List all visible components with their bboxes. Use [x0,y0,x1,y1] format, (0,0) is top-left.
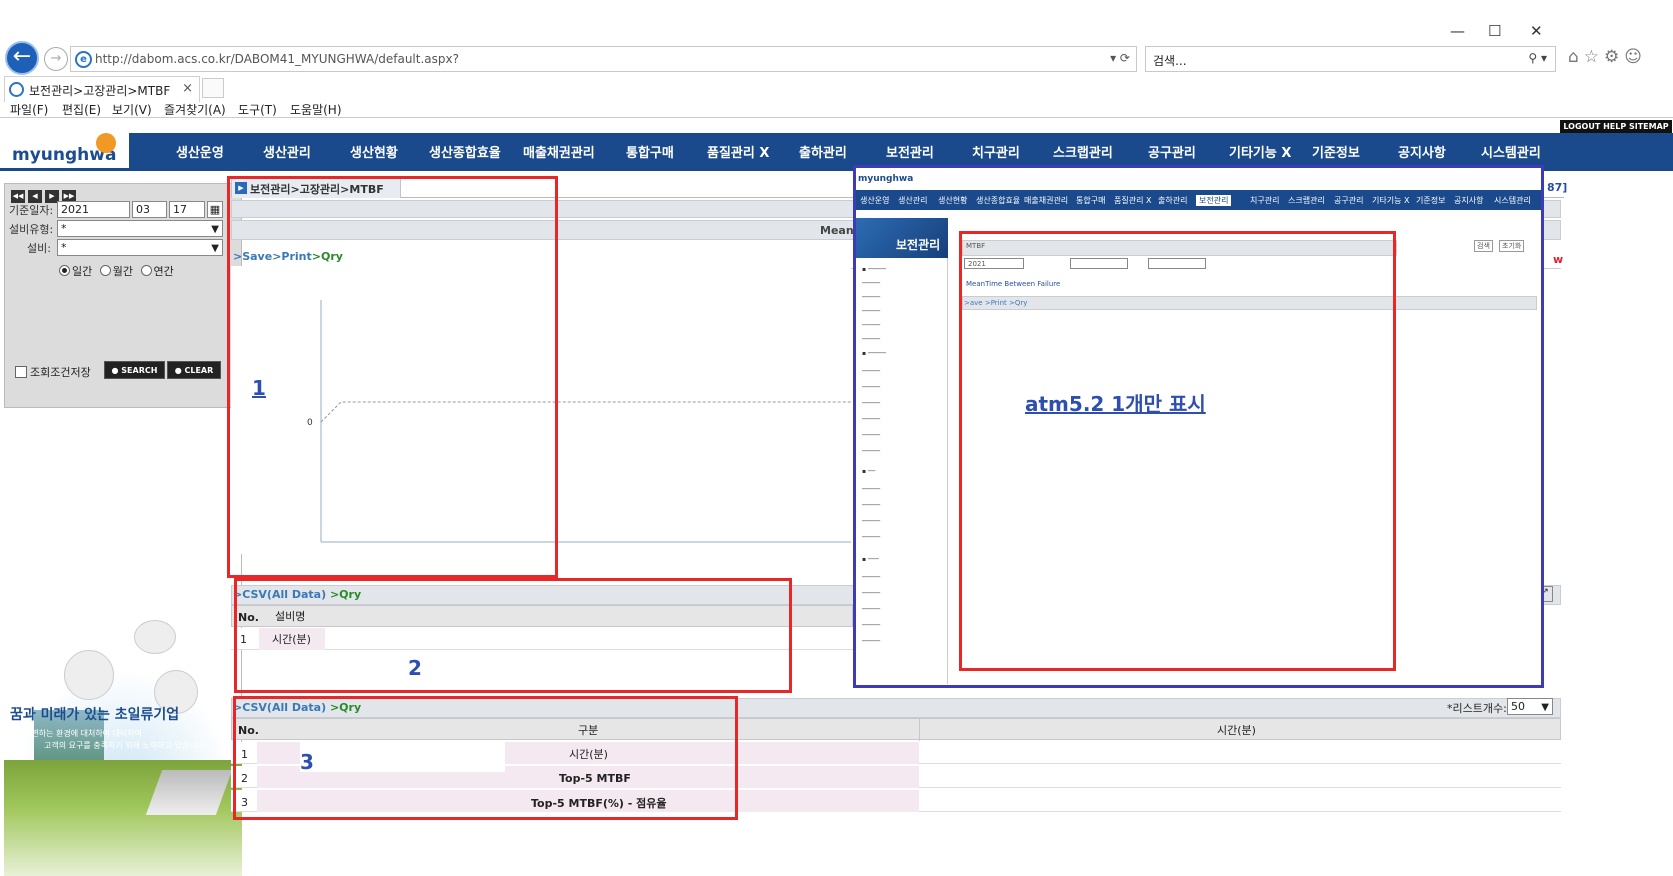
minimize-button[interactable]: — [1450,22,1465,40]
menu-file[interactable]: 파일(F) [10,101,48,118]
month-input[interactable]: 03 [132,201,167,218]
promo-banner: 꿈과 미래가 있는 초일류기업 급변하는 환경에 대처하여 대비하여 고객의 요… [4,620,242,876]
clear-button[interactable]: ● CLEAR [167,361,221,379]
nav-item[interactable]: 공구관리 [1148,142,1196,161]
menu-tools[interactable]: 도구(T) [238,101,277,118]
col-time: 시간(분) [1217,724,1256,737]
right-edge-number: 87] [1547,181,1568,194]
day-input[interactable]: 17 [169,201,205,218]
promo-headline: 꿈과 미래가 있는 초일류기업 [10,707,180,723]
nav-item[interactable]: 기준정보 [1312,142,1360,161]
chevron-down-icon: ▼ [1541,702,1549,713]
col-divider [919,719,920,741]
nav-item[interactable]: 생산운영 [176,142,224,161]
ie-icon: e [75,51,92,68]
equip-type-select[interactable]: * ▼ [57,220,223,237]
equip-label: 설비: [27,242,51,255]
right-edge-w: w [1553,253,1564,266]
equip-type-value: * [61,222,67,235]
save-condition-checkbox[interactable]: 조회조건저장 [15,364,91,380]
back-button[interactable]: ← [5,41,39,75]
search-panel: ◀◀ ◀ ▶ ▶▶ 기준일자: 2021 03 17 ▦ 설비유형: * ▼ 설… [4,183,242,408]
top-links[interactable]: LOGOUT HELP SITEMAP [1560,120,1672,133]
logo-mark [96,133,116,153]
date-label: 기준일자: [9,204,54,217]
browser-search-box[interactable]: 검색... ⚲ ▾ [1145,46,1556,72]
annotation-note: atm5.2 1개만 표시 [1025,392,1206,416]
menu-help[interactable]: 도움말(H) [290,101,342,118]
annotation-label-1: 1 [252,376,266,400]
chevron-down-icon: ▼ [211,224,219,235]
forward-button[interactable]: → [44,47,68,71]
radio-monthly[interactable]: 월간 [99,265,133,278]
nav-item[interactable]: 통합구매 [626,142,674,161]
url-text[interactable]: http://dabom.acs.co.kr/DABOM41_MYUNGHWA/… [95,52,459,66]
tab-title: 보전관리>고장관리>MTBF [29,84,171,98]
calendar-icon[interactable]: ▦ [207,201,223,218]
equip-value: * [61,241,67,254]
annotation-box-1 [227,176,558,578]
menu-view[interactable]: 보기(V) [112,101,152,118]
nav-item[interactable]: 품질관리 X [707,142,769,161]
toolbar-icons[interactable]: ⌂☆⚙☺ [1568,47,1647,67]
monitor-icon [134,620,176,654]
computer-icon [64,650,114,700]
nav-item[interactable]: 생산종합효율 [429,142,501,161]
search-button[interactable]: ● SEARCH [104,361,165,379]
nav-item[interactable]: 시스템관리 [1481,142,1541,161]
list-count-label: *리스트개수: [1447,702,1507,715]
radio-yearly[interactable]: 연간 [140,265,174,278]
annotation-box-4 [959,231,1396,671]
company-logo[interactable]: myunghwa [12,133,132,169]
nav-item[interactable]: 생산관리 [263,142,311,161]
equip-select[interactable]: * ▼ [57,239,223,256]
address-bar[interactable]: e http://dabom.acs.co.kr/DABOM41_MYUNGHW… [70,46,1137,72]
annotation-label-2: 2 [408,656,422,680]
nav-item[interactable]: 기타기능 X [1229,142,1291,161]
year-input[interactable]: 2021 [57,201,130,218]
nav-item[interactable]: 보전관리 [886,142,934,161]
promo-sub1: 급변하는 환경에 대처하여 대비하여 [24,729,143,738]
equip-type-label: 설비유형: [9,223,54,236]
main-nav: 생산운영 생산관리 생산현황 생산종합효율 매출채권관리 통합구매 품질관리 X… [129,133,1673,168]
chevron-down-icon: ▼ [211,243,219,254]
menu-favorites[interactable]: 즐겨찾기(A) [164,101,226,118]
nav-item[interactable]: 치구관리 [972,142,1020,161]
ie-tab-icon [9,82,24,97]
menu-bar: 파일(F) 편집(E) 보기(V) 즐겨찾기(A) 도구(T) 도움말(H) [0,98,1673,118]
period-radio-group: 일간 월간 연간 [59,263,174,279]
annotation-label-3: 3 [300,750,314,774]
search-icon[interactable]: ⚲ ▾ [1528,51,1547,65]
nav-item[interactable]: 공지사항 [1398,142,1446,161]
list-count-value: 50 [1511,700,1525,713]
list-count-select[interactable]: 50 ▼ [1507,698,1553,715]
tab-close-icon[interactable]: × [182,81,193,96]
nav-item[interactable]: 출하관리 [799,142,847,161]
nav-item[interactable]: 생산현황 [350,142,398,161]
nav-item[interactable]: 매출채권관리 [523,142,595,161]
maximize-button[interactable]: ☐ [1488,22,1501,40]
refresh-icon[interactable]: ▾ ⟳ [1110,51,1130,65]
search-placeholder[interactable]: 검색... [1153,52,1187,69]
promo-sub2: 고객의 요구를 충족하기 위해 노력하고 있습니다. [44,741,207,750]
nav-item[interactable]: 스크랩관리 [1053,142,1113,161]
new-tab-button[interactable] [202,78,224,98]
menu-edit[interactable]: 편집(E) [62,101,101,118]
radio-daily[interactable]: 일간 [59,265,92,278]
annotation-box-2 [234,578,792,693]
close-window-button[interactable]: ✕ [1530,22,1543,40]
